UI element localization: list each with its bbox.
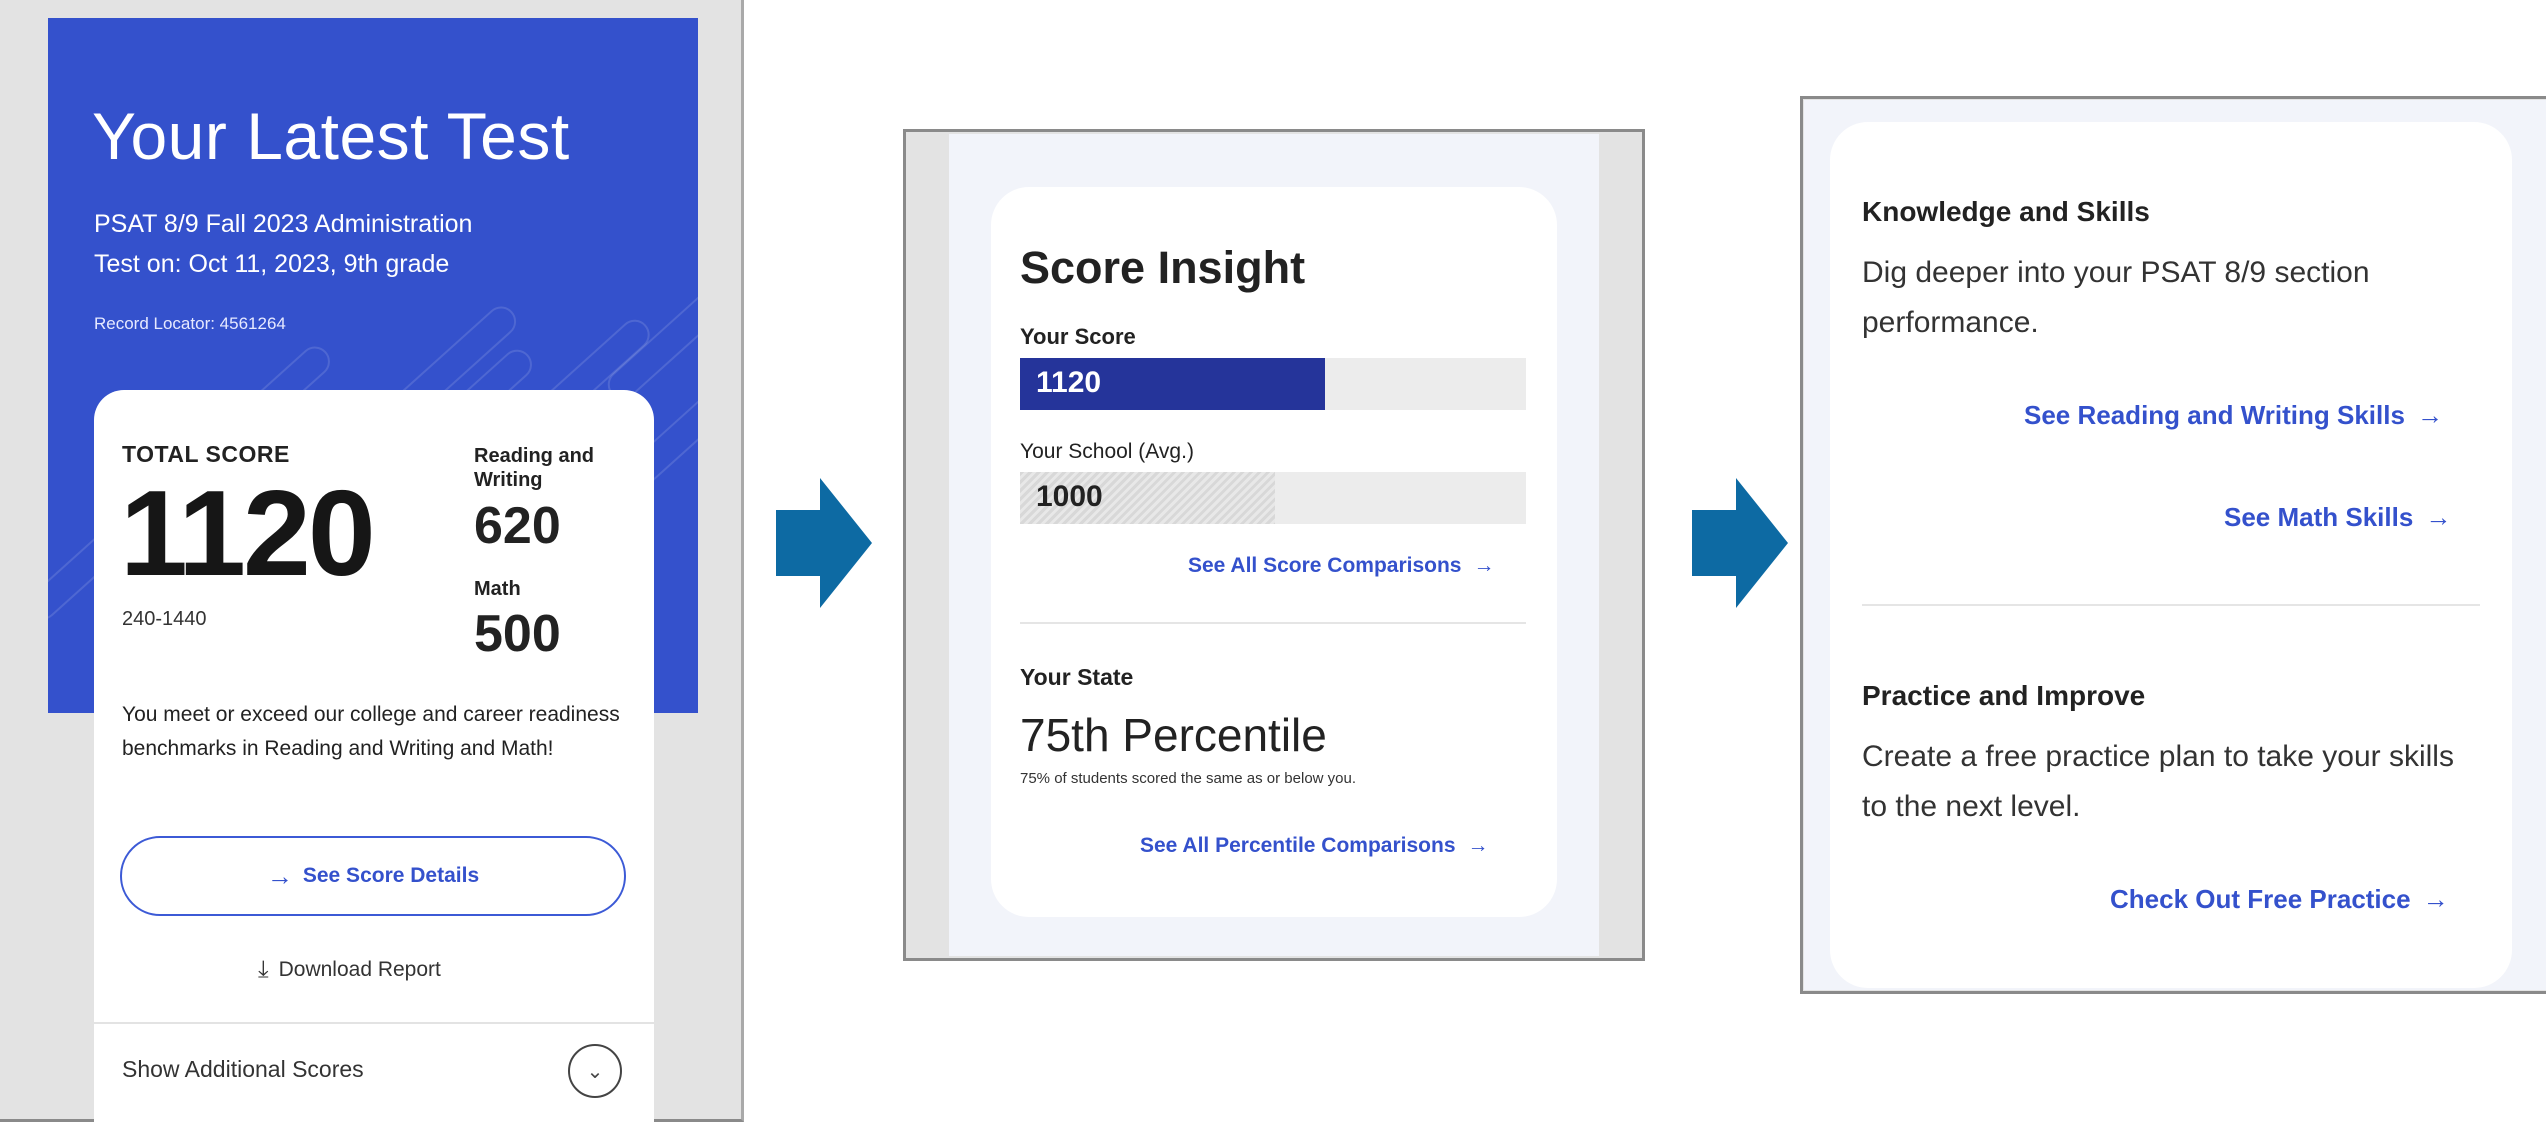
score-insight-card [991, 187, 1557, 917]
see-all-percentile-comparisons-link[interactable]: See All Percentile Comparisons → [1140, 834, 1489, 858]
download-icon: ⤓ [258, 956, 269, 983]
arrow-right-icon: → [2422, 884, 2449, 914]
download-report-link[interactable]: ⤓ Download Report [258, 956, 441, 984]
flow-arrow-icon [776, 478, 872, 608]
show-additional-scores-label[interactable]: Show Additional Scores [122, 1056, 364, 1083]
see-all-score-comparisons-label: See All Score Comparisons [1188, 554, 1462, 577]
reading-writing-label: Reading and Writing [474, 445, 595, 491]
your-score-label: Your Score [1020, 324, 1136, 349]
arrow-right-icon: → [2416, 400, 2443, 430]
reading-writing-score: 620 [474, 497, 561, 555]
see-all-score-comparisons-link[interactable]: See All Score Comparisons → [1188, 554, 1494, 578]
page-title: Your Latest Test [92, 99, 570, 173]
practice-improve-description: Create a free practice plan to take your… [1862, 740, 2454, 823]
total-score: 1120 [120, 465, 376, 601]
math-score: 500 [474, 605, 561, 663]
see-reading-writing-skills-link[interactable]: See Reading and Writing Skills → [2024, 400, 2443, 431]
arrow-right-icon: → [1473, 554, 1495, 577]
divider [1862, 604, 2480, 606]
check-out-free-practice-link[interactable]: Check Out Free Practice → [2110, 884, 2449, 915]
record-locator: Record Locator: 4561264 [94, 314, 286, 333]
divider [1020, 622, 1526, 624]
arrow-right-icon: → [266, 860, 293, 891]
see-all-percentile-comparisons-label: See All Percentile Comparisons [1140, 834, 1456, 857]
test-administration: PSAT 8/9 Fall 2023 Administration [94, 210, 473, 238]
check-out-free-practice-label: Check Out Free Practice [2110, 884, 2411, 914]
benchmark-message: You meet or exceed our college and caree… [122, 703, 620, 760]
arrow-right-icon: → [2425, 502, 2452, 532]
divider [94, 1022, 654, 1024]
knowledge-skills-title: Knowledge and Skills [1862, 196, 2150, 227]
chevron-down-icon[interactable]: ⌄ [568, 1044, 622, 1098]
your-state-label: Your State [1020, 664, 1134, 690]
percentile-note: 75% of students scored the same as or be… [1020, 770, 1357, 787]
school-avg-value: 1000 [1036, 480, 1103, 513]
score-range: 240-1440 [122, 608, 207, 630]
math-label: Math [474, 578, 521, 600]
state-percentile: 75th Percentile [1020, 709, 1327, 761]
see-math-skills-label: See Math Skills [2224, 502, 2414, 532]
total-score-label: TOTAL SCORE [122, 441, 290, 467]
see-reading-writing-skills-label: See Reading and Writing Skills [2024, 400, 2405, 430]
see-score-details-label: See Score Details [302, 864, 480, 887]
school-avg-label: Your School (Avg.) [1020, 440, 1194, 463]
test-date: Test on: Oct 11, 2023, 9th grade [94, 250, 450, 278]
arrow-right-icon: → [1467, 834, 1489, 857]
knowledge-skills-description: Dig deeper into your PSAT 8/9 section pe… [1862, 256, 2370, 339]
see-math-skills-link[interactable]: See Math Skills → [2224, 502, 2451, 533]
download-report-label: Download Report [278, 958, 441, 981]
practice-improve-title: Practice and Improve [1862, 680, 2146, 711]
score-insight-title: Score Insight [1020, 242, 1306, 293]
flow-arrow-icon [1692, 478, 1788, 608]
your-score-value: 1120 [1036, 366, 1102, 399]
see-score-details-button[interactable]: → See Score Details [120, 836, 626, 916]
